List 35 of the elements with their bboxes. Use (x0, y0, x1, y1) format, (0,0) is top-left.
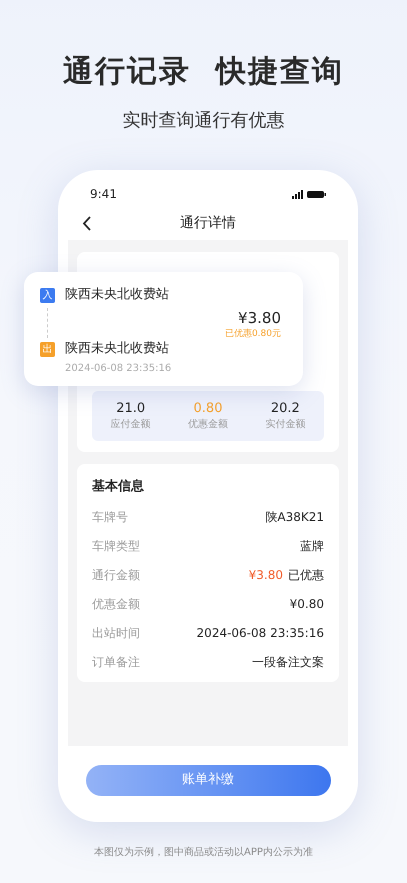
stat-label: 优惠金额 (188, 419, 228, 431)
stat-value: 21.0 (116, 401, 146, 416)
info-note: 已优惠 (288, 566, 324, 584)
info-value: 陕A38K21 (265, 508, 324, 526)
info-label: 优惠金额 (92, 596, 140, 612)
info-label: 车牌类型 (92, 538, 140, 554)
discount-note: 已优惠0.80元 (224, 328, 281, 340)
stat-value: 0.80 (194, 401, 222, 416)
subheadline: 实时查询通行有优惠 (122, 109, 284, 133)
nav-title: 通行详情 (180, 214, 236, 232)
section-title: 基本信息 (92, 478, 145, 496)
info-label: 订单备注 (92, 654, 140, 670)
station-tag: 入 (40, 288, 55, 302)
stat-label: 应付金额 (110, 419, 151, 431)
headline: 通行记录 快捷查询 (63, 53, 344, 91)
signal-battery-icon (292, 190, 326, 198)
info-value: ¥0.80 (290, 596, 324, 612)
info-label: 通行金额 (92, 566, 140, 584)
stat-label: 实付金额 (265, 419, 306, 431)
back-icon[interactable] (82, 216, 91, 230)
station-tag: 出 (40, 342, 55, 356)
info-value: 蓝牌 (300, 538, 324, 554)
info-label: 出站时间 (92, 624, 140, 642)
station-name: 陕西未央北收费站 (65, 340, 169, 358)
info-label: 车牌号 (92, 508, 128, 526)
station-name: 陕西未央北收费站 (65, 286, 169, 304)
exit-time: 2024-06-08 23:35:16 (65, 362, 172, 376)
disclaimer: 本图仅为示例，图中商品或活动以APP内公示为准 (93, 846, 314, 860)
status-time: 9:41 (90, 186, 117, 203)
amount: ¥3.80 (238, 308, 281, 328)
pay-button[interactable]: 账单补缴 (86, 764, 330, 796)
stat-value: 20.2 (270, 401, 300, 416)
info-value: 2024-06-08 23:35:16 (196, 624, 324, 642)
info-value: ¥3.80 (248, 566, 283, 584)
info-value: 一段备注文案 (252, 654, 324, 670)
